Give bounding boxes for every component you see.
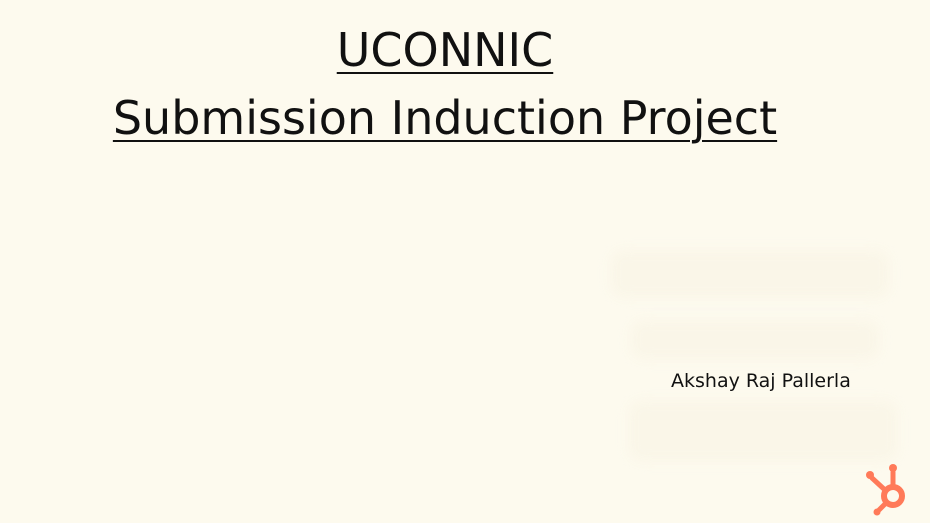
blurred-region xyxy=(630,320,880,360)
blurred-region xyxy=(610,250,890,298)
blurred-region xyxy=(628,400,898,462)
slide-title-line-2: Submission Induction Project xyxy=(112,91,778,145)
slide-title-line-1: UCONNIC xyxy=(336,23,554,77)
hubspot-logo-icon xyxy=(866,464,905,516)
author-name: Akshay Raj Pallerla xyxy=(671,370,851,392)
presentation-slide: UCONNIC Submission Induction Project Aks… xyxy=(0,0,930,523)
